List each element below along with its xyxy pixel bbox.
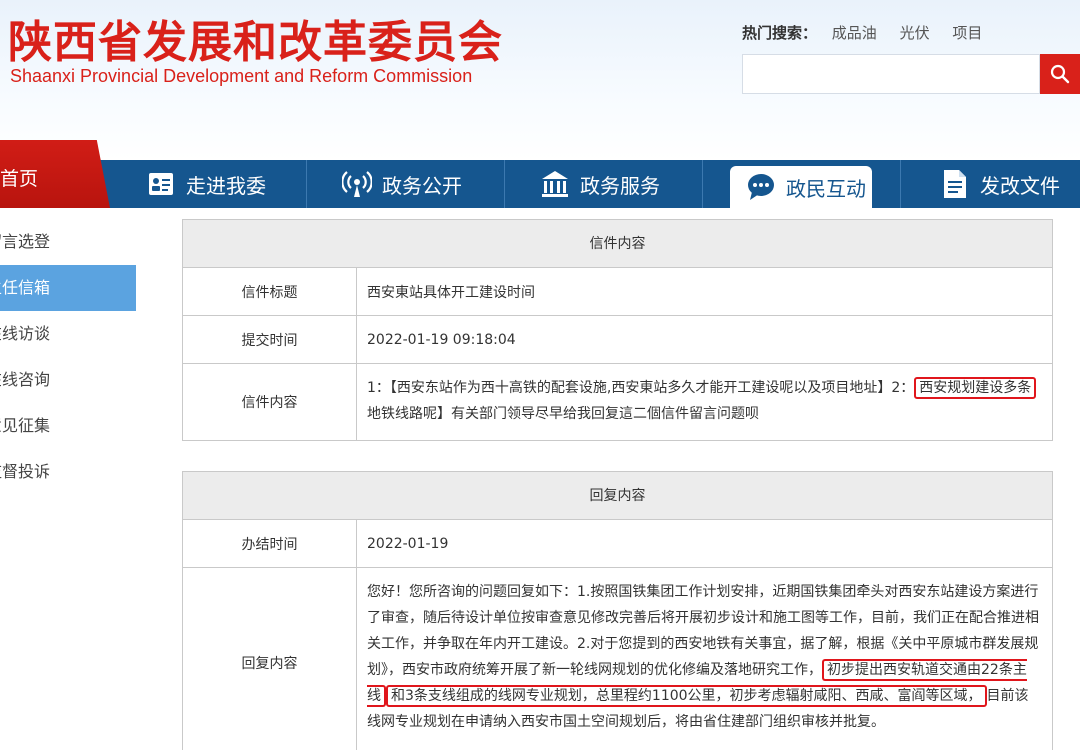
table-row: 办结时间 2022-01-19: [183, 520, 1052, 568]
sidebar-item-selected-messages[interactable]: 留言选登: [0, 219, 136, 265]
hot-search-item[interactable]: 成品油: [832, 24, 877, 42]
nav-divider: [702, 160, 703, 208]
submit-time-value: 2022-01-19 09:18:04: [367, 331, 516, 348]
nav-item-label: 政民互动: [786, 176, 866, 201]
nav-item-gov-affairs[interactable]: 政务公开: [342, 160, 462, 208]
nav-divider: [306, 160, 307, 208]
nav-item-interaction[interactable]: 政民互动: [746, 166, 866, 208]
search-input[interactable]: [742, 54, 1040, 94]
nav-home-label: 首页: [0, 168, 39, 190]
nav-item-label: 发改文件: [980, 173, 1060, 198]
table-row: 信件标题 西安東站具体开工建设时间: [183, 268, 1052, 316]
table-row: 信件内容 1：【西安东站作为西十高铁的配套设施,西安東站多久才能开工建设呢以及项…: [183, 364, 1052, 440]
sidebar-item-label: 在线访谈: [0, 324, 51, 343]
sidebar-item-label: 留言选登: [0, 232, 51, 251]
nav-item-gov-services[interactable]: 政务服务: [540, 160, 660, 208]
nav-divider: [900, 160, 901, 208]
nav-item-label: 政务服务: [580, 173, 660, 198]
table-row: 回复内容 您好！您所咨询的问题回复如下：1.按照国铁集团工作计划安排，近期国铁集…: [183, 568, 1052, 750]
nav-item-label: 政务公开: [382, 173, 462, 198]
id-card-icon: [146, 169, 176, 199]
letter-content-label: 信件内容: [183, 364, 357, 440]
nav-divider: [504, 160, 505, 208]
hot-search: 热门搜索： 成品油 光伏 项目: [742, 22, 1000, 43]
sidebar-item-label: 在线咨询: [0, 370, 51, 389]
sidebar-item-label: 意见征集: [0, 416, 51, 435]
highlight-box: 西安规划建设多条: [914, 377, 1037, 399]
sidebar-item-supervision-complaint[interactable]: 监督投诉: [0, 449, 136, 495]
building-icon: [540, 169, 570, 199]
table-row: 提交时间 2022-01-19 09:18:04: [183, 316, 1052, 364]
reply-content-label: 回复内容: [183, 568, 357, 750]
letter-content-text: 1：【西安东站作为西十高铁的配套设施,西安東站多久才能开工建设呢以及项目地址】2…: [367, 380, 915, 396]
sidebar-item-online-consult[interactable]: 在线咨询: [0, 357, 136, 403]
nav-item-documents[interactable]: 发改文件: [940, 160, 1060, 208]
reply-panel: 回复内容 办结时间 2022-01-19 回复内容 您好！您所咨询的问题回复如下…: [182, 471, 1053, 750]
sidebar-item-online-interview[interactable]: 在线访谈: [0, 311, 136, 357]
letter-panel: 信件内容 信件标题 西安東站具体开工建设时间 提交时间 2022-01-19 0…: [182, 219, 1053, 441]
document-icon: [940, 169, 970, 199]
nav-home[interactable]: 首页: [0, 140, 110, 208]
sidebar-item-director-mailbox[interactable]: 主任信箱: [0, 265, 136, 311]
hot-search-item[interactable]: 项目: [952, 24, 982, 42]
site-title-cn[interactable]: 陕西省发展和改革委员会: [8, 6, 503, 70]
letter-content-value: 1：【西安东站作为西十高铁的配套设施,西安東站多久才能开工建设呢以及项目地址】2…: [357, 364, 1052, 440]
hot-search-item[interactable]: 光伏: [900, 24, 930, 42]
broadcast-icon: [342, 169, 372, 199]
highlight-box: 和3条支线组成的线网专业规划，总里程约1100公里，初步考虑辐射咸阳、西咸、富阎…: [386, 685, 987, 707]
hot-search-label: 热门搜索：: [742, 24, 818, 42]
nav-item-label: 走进我委: [186, 173, 266, 198]
search-button[interactable]: [1040, 54, 1080, 94]
reply-section-title: 回复内容: [183, 472, 1052, 520]
sidebar-item-label: 主任信箱: [0, 278, 51, 297]
site-title-en: Shaanxi Provincial Development and Refor…: [10, 66, 473, 86]
search-icon: [1050, 64, 1070, 84]
site-header: 陕西省发展和改革委员会 Shaanxi Provincial Developme…: [0, 0, 1080, 160]
completion-date-label: 办结时间: [183, 520, 357, 567]
submit-time-label: 提交时间: [183, 316, 357, 363]
chat-bubble-icon: [746, 172, 776, 202]
nav-item-about[interactable]: 走进我委: [146, 160, 266, 208]
letter-title-label: 信件标题: [183, 268, 357, 315]
reply-content-value: 您好！您所咨询的问题回复如下：1.按照国铁集团工作计划安排，近期国铁集团牵头对西…: [357, 568, 1052, 750]
sidebar-item-label: 监督投诉: [0, 462, 51, 481]
completion-date-value: 2022-01-19: [367, 535, 449, 552]
letter-title-value: 西安東站具体开工建设时间: [367, 284, 535, 301]
letter-section-title: 信件内容: [183, 220, 1052, 268]
sidebar-item-opinion-collection[interactable]: 意见征集: [0, 403, 136, 449]
letter-content-text: 地铁线路呢】有关部门领导尽早给我回复這二個信件留言问题呗: [367, 406, 759, 422]
